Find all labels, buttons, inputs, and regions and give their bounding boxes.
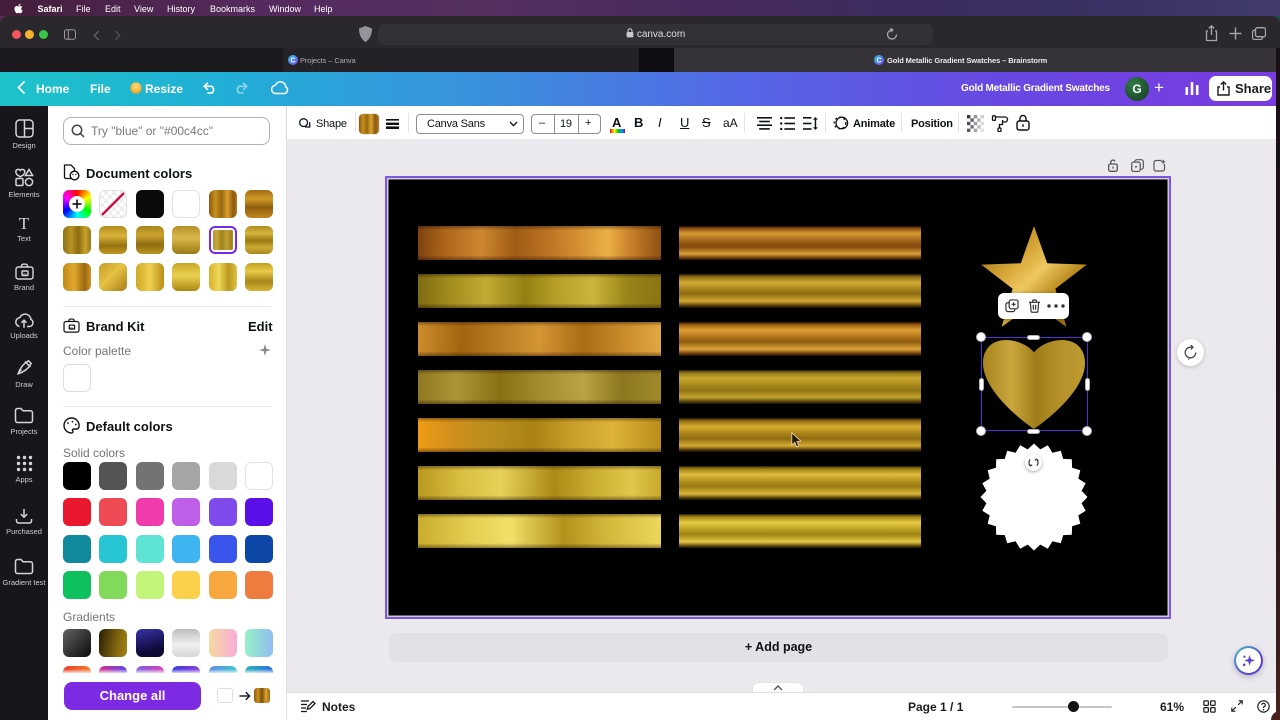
svg-text:C: C — [877, 58, 882, 65]
svg-text:co.: co. — [70, 325, 74, 329]
svg-text:co.: co. — [22, 272, 27, 276]
svg-text:C: C — [291, 58, 296, 65]
svg-text:T: T — [19, 215, 30, 231]
